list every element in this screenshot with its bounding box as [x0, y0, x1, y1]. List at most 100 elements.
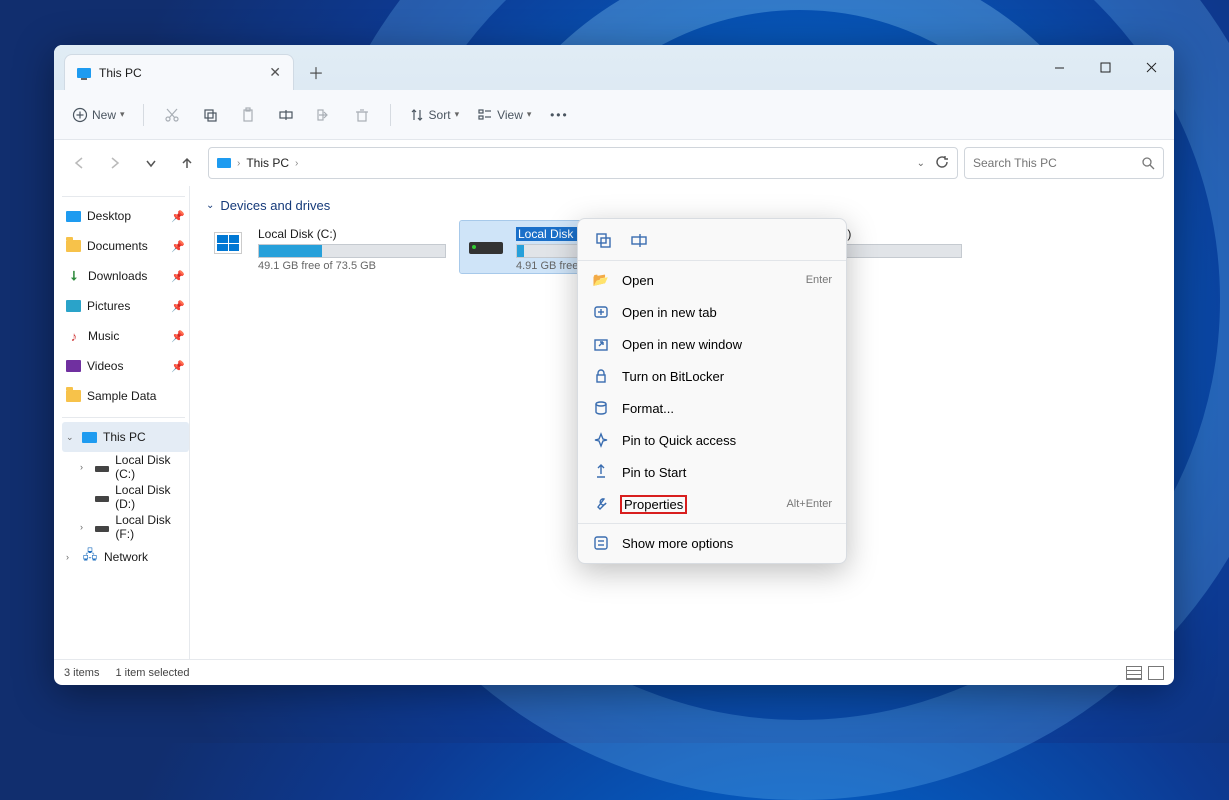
up-button[interactable] [172, 148, 202, 178]
status-selected-count: 1 item selected [115, 667, 189, 679]
status-bar: 3 items 1 item selected [54, 659, 1174, 685]
sidebar: Desktop📌 Documents📌 ⭣Downloads📌 Pictures… [54, 186, 189, 659]
sort-button[interactable]: Sort▾ [403, 99, 466, 131]
sidebar-item-drive-c[interactable]: ›Local Disk (C:) [62, 452, 189, 482]
copy-icon [595, 232, 612, 249]
copy-button[interactable] [194, 99, 226, 131]
chevron-down-icon: ⌄ [206, 200, 214, 211]
disk-icon [95, 496, 109, 502]
this-pc-icon [77, 68, 91, 78]
new-tab-icon [592, 304, 610, 320]
plus-circle-icon [72, 107, 88, 123]
sidebar-item-drive-f[interactable]: ›Local Disk (F:) [62, 512, 189, 542]
ctx-copy-button[interactable] [592, 229, 614, 251]
paste-button[interactable] [232, 99, 264, 131]
cut-icon [164, 107, 180, 123]
ctx-properties[interactable]: Properties Alt+Enter [578, 488, 846, 520]
group-header-devices[interactable]: ⌄ Devices and drives [202, 194, 1162, 221]
pin-icon: 📌 [171, 330, 185, 343]
view-button[interactable]: View▾ [471, 99, 537, 131]
pin-icon [592, 464, 610, 480]
paste-icon [240, 107, 256, 123]
sidebar-item-desktop[interactable]: Desktop📌 [62, 201, 189, 231]
titlebar: This PC ✕ ＋ [54, 45, 1174, 90]
status-item-count: 3 items [64, 667, 99, 679]
wrench-icon [592, 496, 610, 512]
window-controls [1036, 45, 1174, 90]
refresh-button[interactable] [935, 155, 949, 172]
sidebar-item-pictures[interactable]: Pictures📌 [62, 291, 189, 321]
sidebar-item-this-pc[interactable]: ⌄This PC [62, 422, 189, 452]
this-pc-icon [217, 158, 231, 168]
ctx-format[interactable]: Format... [578, 392, 846, 424]
tab-close-button[interactable]: ✕ [269, 64, 281, 81]
ctx-pin-quick-access[interactable]: Pin to Quick access [578, 424, 846, 456]
more-button[interactable]: ••• [543, 99, 575, 131]
open-folder-icon: 📂 [592, 272, 610, 288]
ellipsis-icon: ••• [550, 108, 569, 122]
details-view-button[interactable] [1126, 666, 1142, 680]
rename-icon [278, 107, 294, 123]
folder-icon [66, 390, 81, 402]
lock-icon [592, 368, 610, 384]
search-box[interactable] [964, 147, 1164, 179]
music-icon: ♪ [66, 328, 82, 344]
back-button[interactable] [64, 148, 94, 178]
copy-icon [202, 107, 218, 123]
address-bar[interactable]: › This PC › ⌄ [208, 147, 958, 179]
network-icon: 🖧 [82, 549, 98, 565]
disk-icon [95, 526, 109, 532]
rename-button[interactable] [270, 99, 302, 131]
recent-button[interactable] [136, 148, 166, 178]
address-dropdown[interactable]: ⌄ [917, 158, 925, 169]
drive-c[interactable]: Local Disk (C:) 49.1 GB free of 73.5 GB [202, 221, 452, 273]
videos-icon [66, 360, 81, 372]
sidebar-item-documents[interactable]: Documents📌 [62, 231, 189, 261]
sidebar-item-sample-data[interactable]: Sample Data [62, 381, 189, 411]
minimize-button[interactable] [1036, 52, 1082, 84]
forward-button[interactable] [100, 148, 130, 178]
search-icon [1142, 157, 1155, 170]
search-input[interactable] [973, 156, 1142, 170]
ctx-pin-start[interactable]: Pin to Start [578, 456, 846, 488]
ctx-open-new-tab[interactable]: Open in new tab [578, 296, 846, 328]
sort-icon [409, 107, 425, 123]
ctx-rename-button[interactable] [628, 229, 650, 251]
new-button[interactable]: New▾ [66, 99, 131, 131]
sidebar-item-music[interactable]: ♪Music📌 [62, 321, 189, 351]
format-icon [592, 400, 610, 416]
download-icon: ⭣ [66, 268, 82, 284]
maximize-button[interactable] [1082, 52, 1128, 84]
rename-icon [631, 232, 648, 249]
delete-button[interactable] [346, 99, 378, 131]
share-button[interactable] [308, 99, 340, 131]
navbar: › This PC › ⌄ [54, 140, 1174, 186]
new-tab-button[interactable]: ＋ [300, 56, 332, 88]
breadcrumb-root[interactable]: This PC [246, 156, 289, 170]
toolbar: New▾ Sort▾ View▾ ••• [54, 90, 1174, 140]
pin-icon: 📌 [171, 360, 185, 373]
pin-icon: 📌 [171, 300, 185, 313]
more-options-icon [592, 535, 610, 551]
close-button[interactable] [1128, 52, 1174, 84]
tiles-view-button[interactable] [1148, 666, 1164, 680]
cut-button[interactable] [156, 99, 188, 131]
share-icon [316, 107, 332, 123]
folder-icon [66, 240, 81, 252]
windows-logo-icon [214, 232, 242, 254]
this-pc-icon [82, 432, 97, 443]
desktop-icon [66, 211, 81, 222]
pin-icon: 📌 [171, 240, 185, 253]
new-window-icon [592, 336, 610, 352]
ctx-open[interactable]: 📂 Open Enter [578, 264, 846, 296]
ctx-bitlocker[interactable]: Turn on BitLocker [578, 360, 846, 392]
pin-icon: 📌 [171, 210, 185, 223]
sidebar-item-network[interactable]: ›🖧Network [62, 542, 189, 572]
sidebar-item-videos[interactable]: Videos📌 [62, 351, 189, 381]
ctx-show-more[interactable]: Show more options [578, 527, 846, 559]
sidebar-item-downloads[interactable]: ⭣Downloads📌 [62, 261, 189, 291]
ctx-open-new-window[interactable]: Open in new window [578, 328, 846, 360]
tab-this-pc[interactable]: This PC ✕ [64, 54, 294, 90]
disk-icon [95, 466, 109, 472]
sidebar-item-drive-d[interactable]: ›Local Disk (D:) [62, 482, 189, 512]
